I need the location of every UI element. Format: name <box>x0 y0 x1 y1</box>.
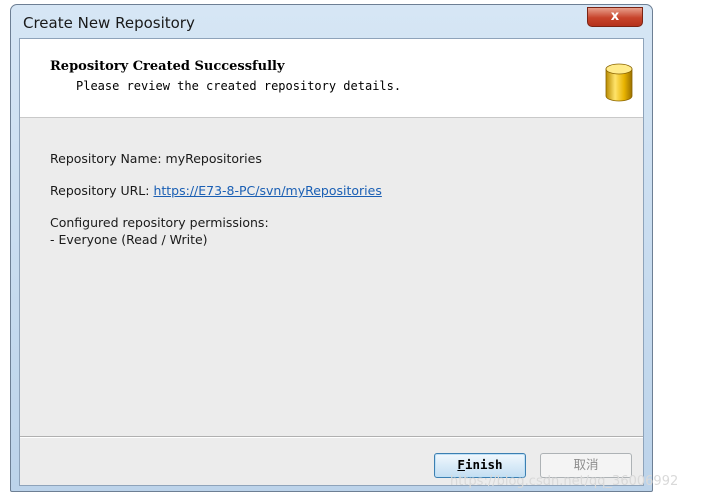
close-button[interactable]: x <box>587 7 643 27</box>
repository-name-value: myRepositories <box>165 151 262 166</box>
watermark-text: https://blog.csdn.net/qq_36006992 <box>450 474 679 489</box>
finish-label: inish <box>464 457 503 472</box>
permissions-label: Configured repository permissions: <box>50 215 269 230</box>
repository-name-row: Repository Name: myRepositories <box>50 151 262 166</box>
header-subtitle: Please review the created repository det… <box>76 79 402 93</box>
dialog-body: Repository Created Successfully Please r… <box>19 38 644 486</box>
wizard-header: Repository Created Successfully Please r… <box>20 39 643 118</box>
footer-separator <box>20 436 643 438</box>
title-bar[interactable]: Create New Repository x <box>11 5 652 39</box>
permissions-value: - Everyone (Read / Write) <box>50 232 208 247</box>
repository-url-row: Repository URL: https://E73-8-PC/svn/myR… <box>50 183 382 198</box>
dialog-window: Create New Repository x Repository Creat… <box>10 4 653 492</box>
repository-url-link[interactable]: https://E73-8-PC/svn/myRepositories <box>153 183 381 198</box>
database-icon <box>605 63 633 102</box>
close-icon: x <box>610 9 620 24</box>
finish-access-key: F <box>457 457 465 472</box>
header-title: Repository Created Successfully <box>50 59 285 74</box>
repository-name-label: Repository Name: <box>50 151 162 166</box>
window-title: Create New Repository <box>23 14 195 32</box>
repository-url-label: Repository URL: <box>50 183 150 198</box>
